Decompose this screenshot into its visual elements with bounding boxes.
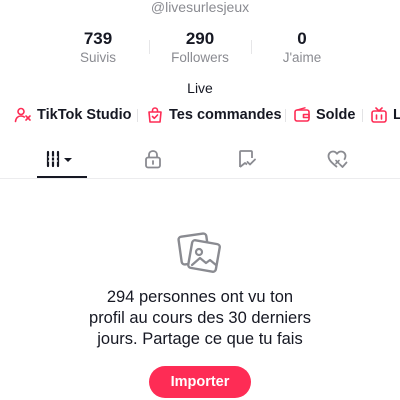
stat-likes[interactable]: 0 J'aime bbox=[247, 30, 357, 67]
stat-following-label: Suivis bbox=[79, 50, 116, 65]
shortcut-divider bbox=[285, 109, 286, 122]
shortcut-divider bbox=[362, 109, 363, 122]
shortcut-live[interactable]: LI bbox=[370, 102, 400, 128]
shortcut-orders-label: Tes commandes bbox=[169, 107, 282, 123]
live-tv-icon bbox=[371, 107, 387, 123]
shortcut-divider bbox=[137, 109, 138, 122]
import-button[interactable]: Importer bbox=[149, 366, 251, 398]
shortcut-orders[interactable]: Tes commandes bbox=[146, 102, 282, 128]
grid-icon bbox=[46, 150, 72, 167]
shortcut-live-label: LI bbox=[393, 107, 400, 123]
shortcut-tiktok-studio[interactable]: TikTok Studio bbox=[14, 102, 132, 128]
active-tab-indicator bbox=[37, 176, 87, 178]
tab-liked[interactable] bbox=[307, 140, 367, 177]
stat-followers[interactable]: 290 Followers bbox=[145, 30, 255, 67]
empty-state-line: jours. Partage ce que tu fais bbox=[97, 330, 303, 348]
empty-state-line: 294 personnes ont vu ton bbox=[106, 288, 294, 306]
stat-followers-value: 290 bbox=[185, 29, 215, 48]
profile-username: @livesurlesjeux bbox=[150, 0, 250, 15]
tab-reposts[interactable] bbox=[216, 140, 276, 177]
lock-icon bbox=[145, 149, 161, 168]
profile-bio: Live bbox=[187, 80, 213, 96]
stat-likes-label: J'aime bbox=[282, 50, 322, 65]
shortcut-bar: TikTok Studio Tes commandes Solde LI bbox=[0, 102, 400, 128]
stat-following-value: 739 bbox=[83, 29, 113, 48]
tab-videos-grid[interactable] bbox=[32, 140, 92, 177]
shortcut-tiktok-studio-label: TikTok Studio bbox=[37, 107, 132, 123]
photos-icon bbox=[176, 229, 224, 280]
profile-tabs bbox=[0, 140, 400, 179]
stat-followers-label: Followers bbox=[171, 50, 229, 65]
shopping-bag-icon bbox=[148, 107, 162, 123]
empty-state-line: profil au cours des 30 derniers bbox=[89, 309, 311, 327]
stat-likes-value: 0 bbox=[297, 29, 307, 48]
repost-icon bbox=[239, 149, 256, 168]
profile-stats: 739 Suivis 290 Followers 0 J'aime bbox=[0, 30, 400, 70]
heart-icon bbox=[327, 150, 348, 168]
tiktok-studio-icon bbox=[14, 107, 31, 123]
shortcut-balance[interactable]: Solde bbox=[293, 102, 355, 128]
shortcut-balance-label: Solde bbox=[316, 107, 356, 123]
wallet-icon bbox=[294, 107, 310, 122]
empty-state-message: 294 personnes ont vu ton profil au cours… bbox=[0, 287, 400, 350]
stat-following[interactable]: 739 Suivis bbox=[43, 30, 153, 67]
tab-private[interactable] bbox=[123, 140, 183, 177]
